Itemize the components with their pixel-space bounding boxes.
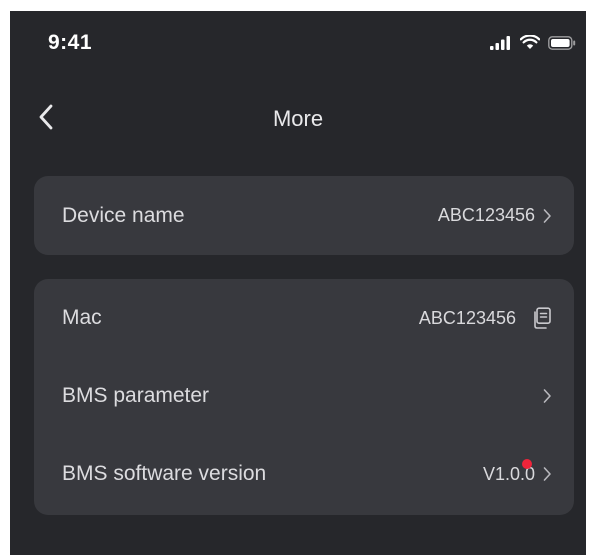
device-name-value: ABC123456 xyxy=(437,205,535,225)
device-name-row[interactable]: Device name ABC123456 xyxy=(34,176,574,255)
bms-parameter-label: BMS parameter xyxy=(62,384,210,407)
version-wrap: V1.0.0 xyxy=(483,458,552,485)
wifi-icon xyxy=(519,34,541,55)
update-badge xyxy=(522,458,532,469)
device-info-card: Mac ABC123456 BMS parameter BMS software… xyxy=(34,279,574,515)
device-name-label: Device name xyxy=(62,203,185,227)
status-time: 9:41 xyxy=(48,31,93,54)
battery-icon xyxy=(548,35,576,55)
phone-screen: 9:41 More Device name ABC123456 Mac ABC1… xyxy=(10,11,586,555)
mac-value: ABC123456 xyxy=(418,307,516,328)
device-name-card: Device name ABC123456 xyxy=(34,176,574,255)
mac-label: Mac xyxy=(62,306,102,329)
page-title: More xyxy=(272,106,324,131)
chevron-right-icon xyxy=(543,208,552,224)
chevron-right-icon xyxy=(543,388,552,404)
mac-row: Mac ABC123456 xyxy=(34,279,574,357)
bms-software-version-label: BMS software version xyxy=(62,462,267,485)
chevron-right-icon xyxy=(543,466,552,482)
bms-software-version-row[interactable]: BMS software version V1.0.0 xyxy=(34,435,574,513)
signal-icon xyxy=(490,35,512,55)
bms-parameter-row[interactable]: BMS parameter xyxy=(34,357,574,435)
copy-icon[interactable] xyxy=(532,307,552,329)
status-bar: 9:41 xyxy=(10,11,586,67)
status-icons xyxy=(490,34,576,55)
